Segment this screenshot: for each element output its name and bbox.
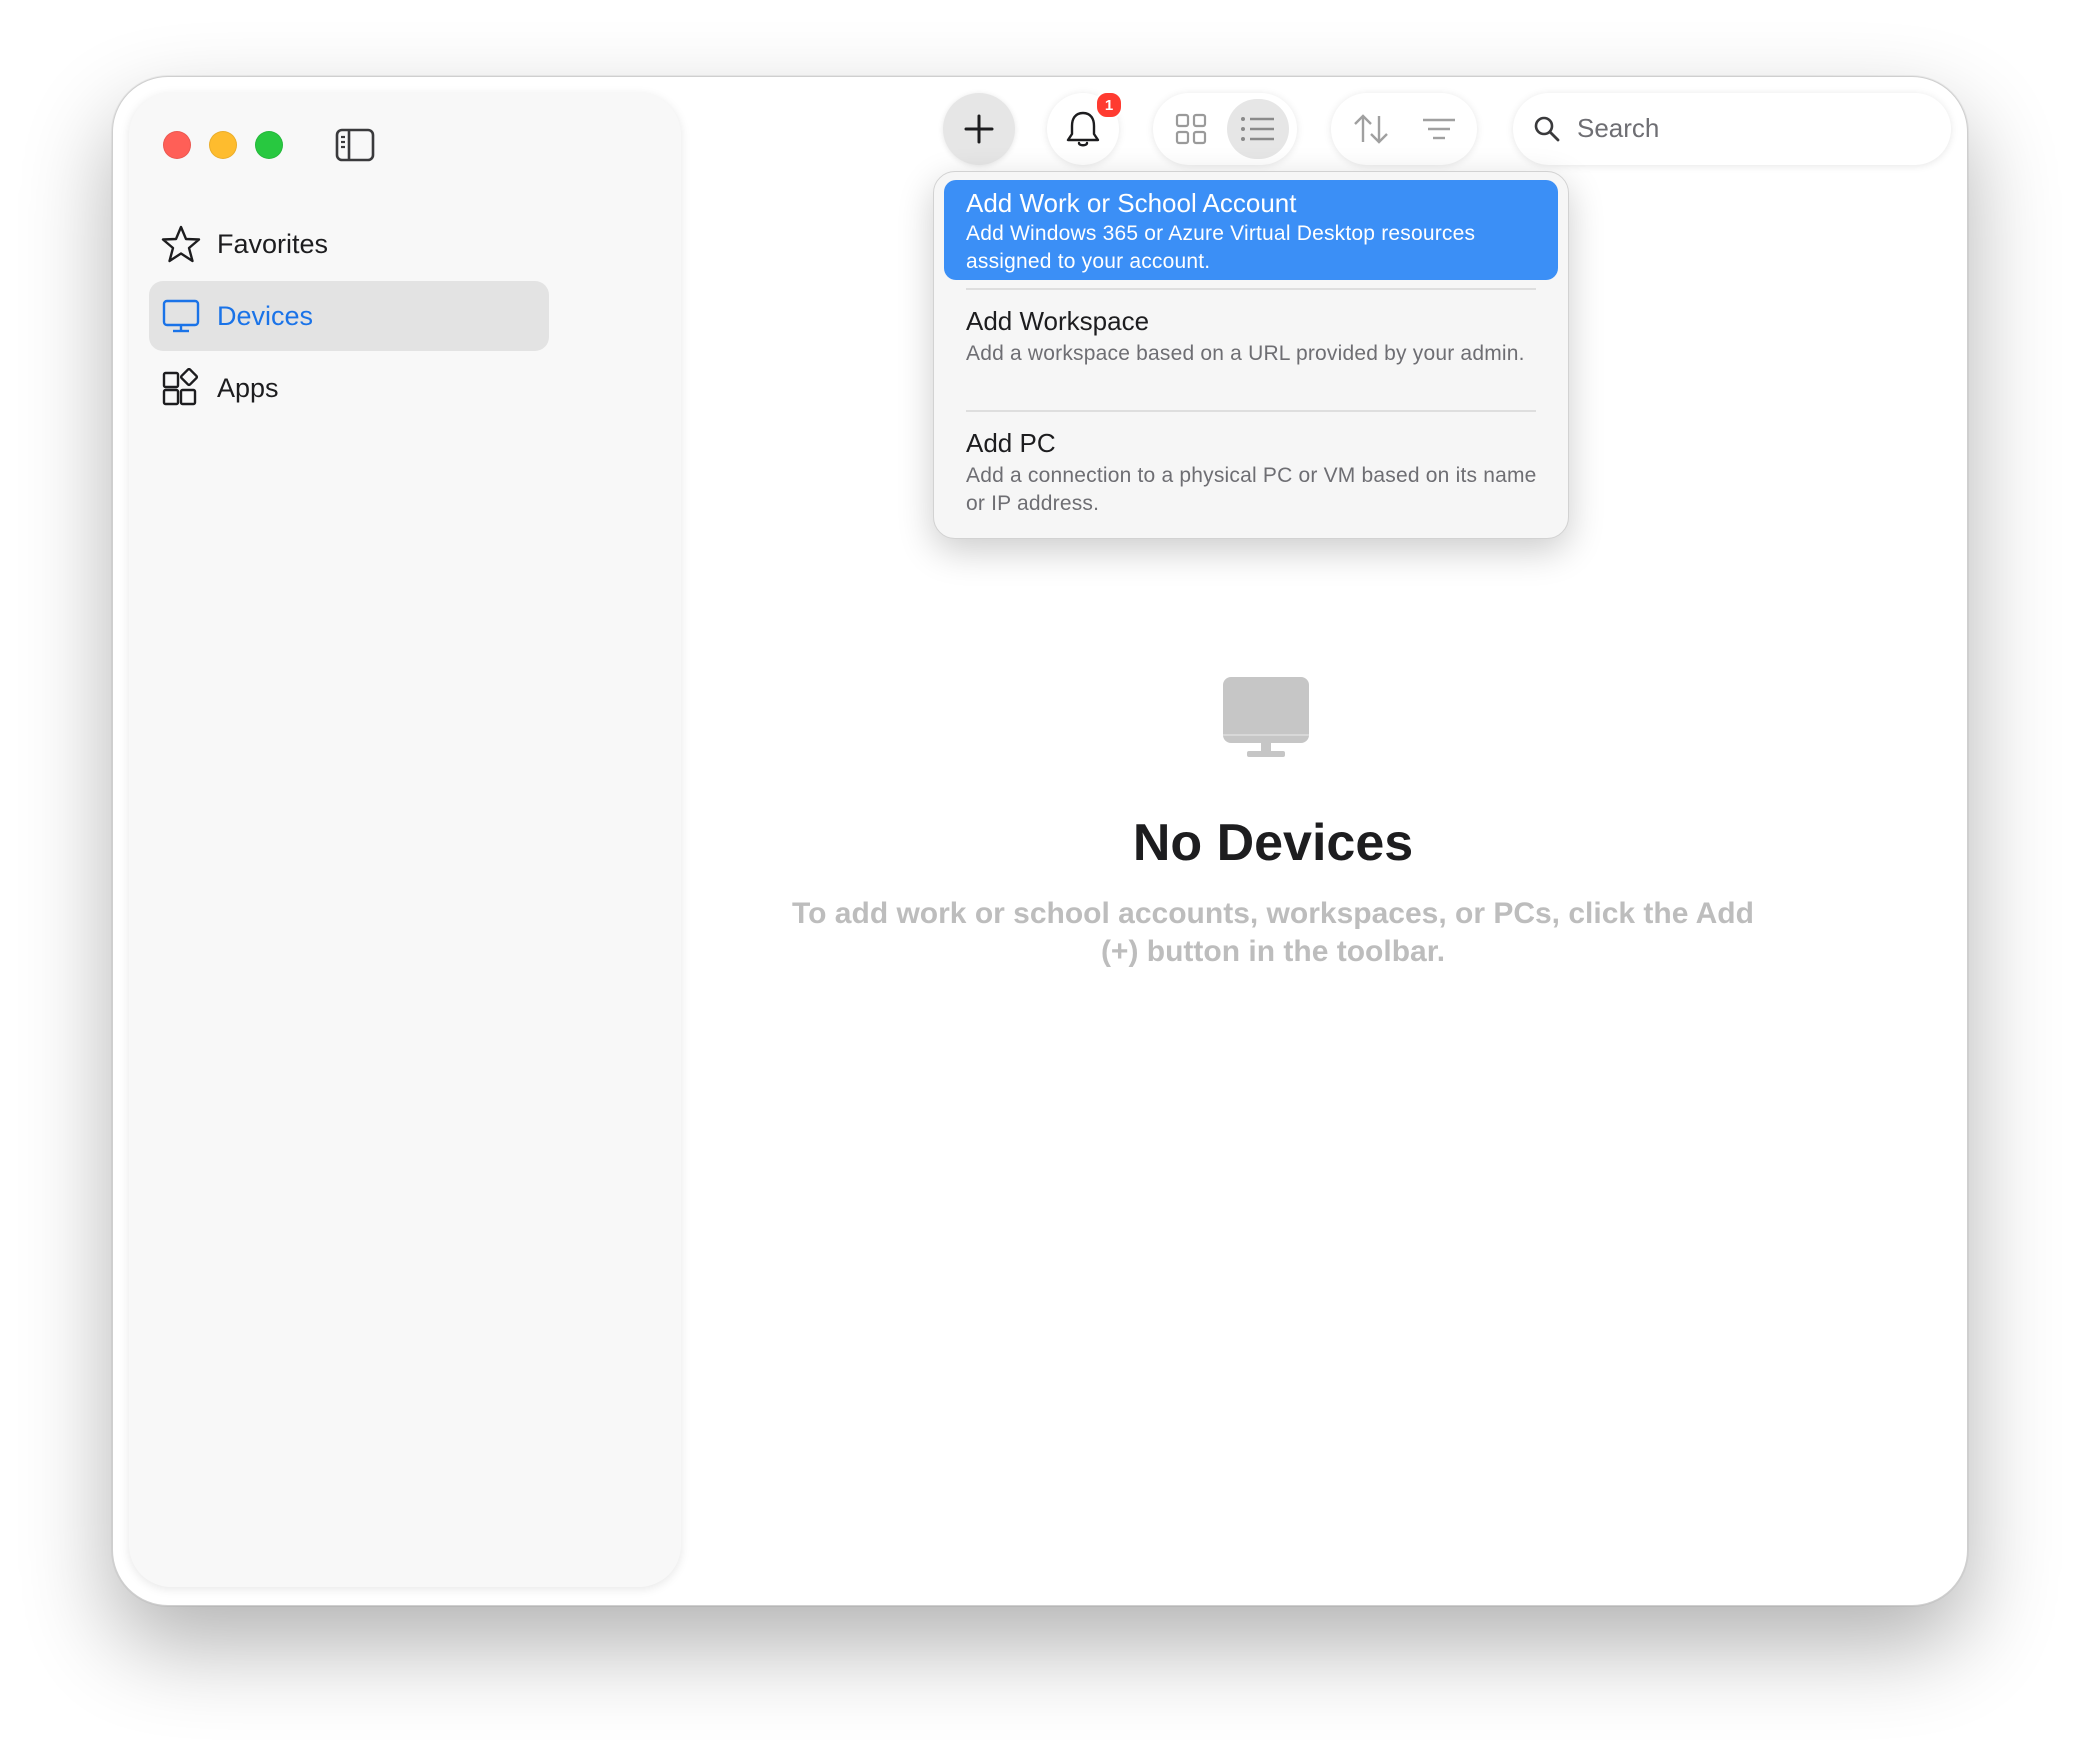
sidebar-item-label: Apps: [217, 372, 279, 403]
menu-item-description: Add a workspace based on a URL provided …: [966, 342, 1525, 365]
monitor-icon: [161, 296, 201, 336]
sidebar-item-label: Devices: [217, 300, 314, 331]
add-button[interactable]: [943, 93, 1015, 165]
menu-item-title: Add PC: [966, 428, 1056, 458]
close-window-button[interactable]: [163, 131, 191, 159]
sort-arrows-icon: [1354, 114, 1388, 144]
star-icon: [161, 224, 201, 264]
sidebar: Favorites Devices Apps: [129, 93, 681, 1587]
list-view-button[interactable]: [1227, 99, 1289, 159]
zoom-window-button[interactable]: [255, 131, 283, 159]
sidebar-toggle-icon[interactable]: [335, 127, 375, 163]
menu-divider: [966, 410, 1536, 412]
sidebar-item-favorites[interactable]: Favorites: [149, 209, 549, 279]
app-window: Favorites Devices Apps 1 Search Add Work…: [112, 76, 1968, 1606]
apps-icon: [161, 367, 201, 408]
sidebar-item-devices[interactable]: Devices: [149, 281, 549, 351]
grid-view-button[interactable]: [1161, 99, 1221, 159]
plus-icon: [964, 114, 994, 144]
menu-divider: [966, 288, 1536, 290]
search-field[interactable]: Search: [1513, 93, 1951, 165]
monitor-placeholder-icon: [1223, 677, 1309, 757]
view-mode-group: [1153, 93, 1297, 165]
sidebar-item-apps[interactable]: Apps: [149, 353, 549, 423]
filter-icon: [1423, 118, 1455, 140]
empty-state-message: To add work or school accounts, workspac…: [792, 897, 1754, 968]
menu-item-add-pc[interactable]: Add PC Add a connection to a physical PC…: [944, 418, 1558, 530]
search-icon: [1533, 115, 1561, 143]
menu-item-title: Add Work or School Account: [966, 188, 1297, 218]
menu-item-add-workspace[interactable]: Add Workspace Add a workspace based on a…: [944, 296, 1558, 408]
list-icon: [1241, 117, 1274, 141]
add-menu: Add Work or School Account Add Windows 3…: [933, 171, 1569, 539]
search-placeholder: Search: [1577, 113, 1660, 143]
sort-button[interactable]: [1341, 99, 1401, 159]
sort-filter-group: [1331, 93, 1477, 165]
menu-item-title: Add Workspace: [966, 306, 1150, 336]
menu-item-description: Add Windows 365 or Azure Virtual Desktop…: [966, 222, 1476, 273]
empty-state-title: No Devices: [1132, 814, 1414, 872]
filter-button[interactable]: [1409, 99, 1469, 159]
grid-icon: [1175, 113, 1207, 145]
minimize-window-button[interactable]: [209, 131, 237, 159]
sidebar-item-label: Favorites: [217, 228, 329, 259]
bell-icon: [1066, 111, 1100, 147]
menu-item-description: Add a connection to a physical PC or VM …: [966, 464, 1537, 515]
menu-item-add-work-account[interactable]: Add Work or School Account Add Windows 3…: [944, 180, 1558, 280]
notification-badge: 1: [1095, 91, 1123, 119]
